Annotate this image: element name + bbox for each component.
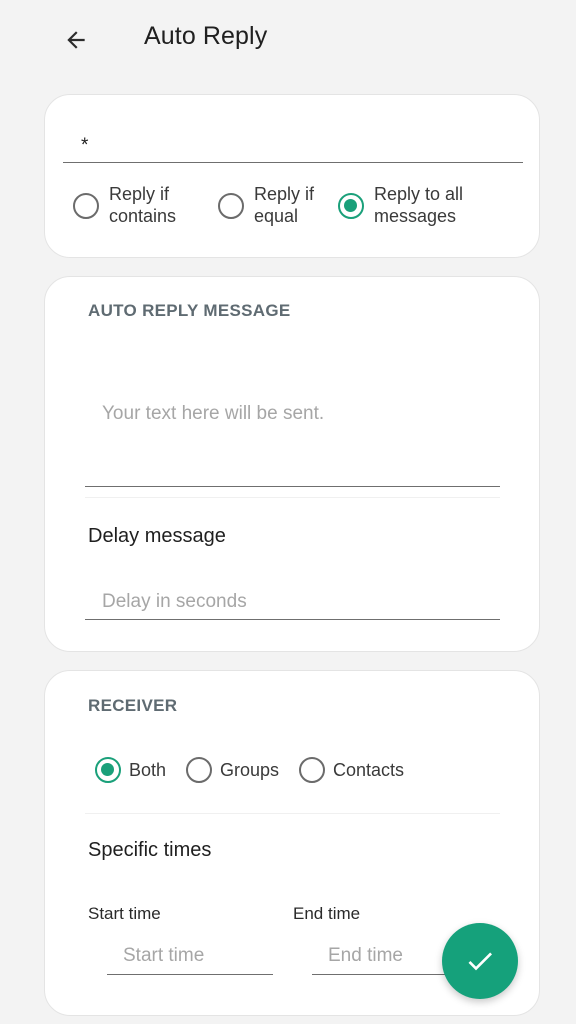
end-time-label: End time [293, 904, 361, 923]
radio-button[interactable] [73, 193, 99, 219]
radio-button[interactable] [186, 757, 212, 783]
radio-button-checked[interactable] [95, 757, 121, 783]
radio-reply-to-all[interactable]: Reply to all messages [338, 183, 479, 227]
divider [85, 813, 500, 814]
radio-button[interactable] [218, 193, 244, 219]
app-bar: Auto Reply [0, 0, 576, 80]
start-time-input[interactable]: Start time [107, 939, 273, 975]
section-title-message: AUTO REPLY MESSAGE [88, 301, 291, 320]
message-input[interactable]: Your text here will be sent. [85, 377, 500, 487]
radio-label-contains: Reply if contains [109, 184, 177, 226]
divider [85, 497, 500, 498]
delay-input[interactable]: Delay in seconds [85, 582, 500, 620]
radio-groups[interactable]: Groups [186, 757, 279, 783]
radio-both[interactable]: Both [95, 757, 166, 783]
app-screen: Auto Reply * Reply if contains Reply if … [0, 0, 576, 1024]
start-time-label: Start time [88, 904, 161, 923]
delay-label: Delay message [88, 525, 226, 547]
radio-reply-if-equal[interactable]: Reply if equal [218, 183, 326, 227]
radio-label-equal: Reply if equal [254, 184, 315, 226]
check-icon [468, 952, 492, 971]
trigger-card: * Reply if contains Reply if equal Reply… [44, 94, 540, 258]
auto-reply-message-card: AUTO REPLY MESSAGE Your text here will b… [44, 276, 540, 652]
page-title: Auto Reply [144, 22, 268, 50]
radio-reply-if-contains[interactable]: Reply if contains [73, 183, 189, 227]
keyword-input[interactable]: * [63, 125, 523, 163]
radio-label-groups: Groups [220, 760, 280, 780]
radio-label-all: Reply to all messages [374, 184, 464, 226]
specific-times-label: Specific times [88, 839, 212, 861]
radio-contacts[interactable]: Contacts [299, 757, 404, 783]
end-time-input[interactable]: End time [312, 939, 452, 975]
radio-button-checked[interactable] [338, 193, 364, 219]
save-fab-button[interactable] [442, 923, 518, 999]
arrow-left-icon [67, 31, 85, 49]
radio-label-contacts: Contacts [333, 760, 405, 780]
section-title-receiver: RECEIVER [88, 696, 178, 715]
radio-label-both: Both [129, 760, 167, 780]
back-button[interactable] [56, 20, 96, 60]
radio-button[interactable] [299, 757, 325, 783]
